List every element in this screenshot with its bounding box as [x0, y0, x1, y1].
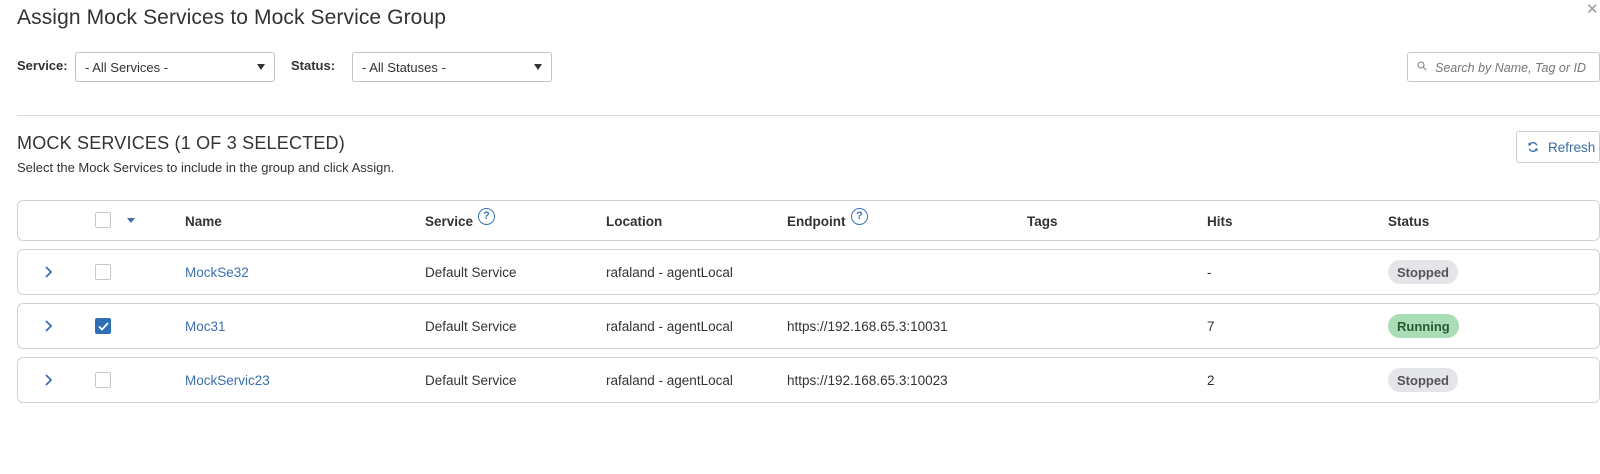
- column-header-service[interactable]: Service: [425, 214, 473, 229]
- refresh-label: Refresh: [1548, 140, 1596, 155]
- table-row[interactable]: MockServic23 Default Service rafaland - …: [17, 357, 1600, 403]
- refresh-button[interactable]: Refresh: [1516, 131, 1600, 163]
- table-header: Name Service ? Location Endpoint ? Tags …: [17, 200, 1600, 241]
- status-badge: Stopped: [1388, 260, 1458, 284]
- refresh-icon: [1528, 142, 1538, 152]
- section-subtitle: Select the Mock Services to include in t…: [17, 160, 395, 175]
- status-badge: Running: [1388, 314, 1459, 338]
- column-header-status[interactable]: Status: [1388, 214, 1429, 229]
- chevron-right-icon[interactable]: [42, 318, 56, 334]
- hits-cell: -: [1207, 265, 1212, 280]
- service-filter-select[interactable]: - All Services -: [75, 52, 275, 82]
- status-filter-label: Status:: [291, 58, 336, 73]
- column-header-tags[interactable]: Tags: [1027, 214, 1058, 229]
- location-cell: rafaland - agentLocal: [606, 373, 733, 388]
- search-icon: [1417, 61, 1427, 71]
- service-filter-label: Service:: [17, 58, 68, 73]
- column-header-endpoint[interactable]: Endpoint: [787, 214, 845, 229]
- service-help-icon[interactable]: ?: [478, 208, 495, 225]
- caret-down-icon: [534, 64, 542, 70]
- section-title: MOCK SERVICES (1 OF 3 SELECTED): [17, 133, 345, 153]
- row-checkbox[interactable]: [95, 318, 111, 334]
- chevron-right-icon[interactable]: [42, 372, 56, 388]
- location-cell: rafaland - agentLocal: [606, 265, 733, 280]
- hits-cell: 2: [1207, 373, 1215, 388]
- mock-service-name-link[interactable]: Moc31: [185, 319, 226, 334]
- select-menu-caret-icon[interactable]: [127, 218, 135, 223]
- search-input[interactable]: [1435, 58, 1597, 77]
- dialog-title: Assign Mock Services to Mock Service Gro…: [17, 6, 447, 29]
- service-cell: Default Service: [425, 373, 517, 388]
- table-row[interactable]: Moc31 Default Service rafaland - agentLo…: [17, 303, 1600, 349]
- caret-down-icon: [257, 64, 265, 70]
- service-cell: Default Service: [425, 319, 517, 334]
- column-header-hits[interactable]: Hits: [1207, 214, 1233, 229]
- status-filter-select[interactable]: - All Statuses -: [352, 52, 552, 82]
- location-cell: rafaland - agentLocal: [606, 319, 733, 334]
- service-filter-value: - All Services -: [85, 60, 169, 75]
- status-filter-value: - All Statuses -: [362, 60, 446, 75]
- endpoint-cell: https://192.168.65.3:10023: [787, 373, 948, 388]
- close-icon[interactable]: ✕: [1586, 2, 1600, 18]
- endpoint-cell: https://192.168.65.3:10031: [787, 319, 948, 334]
- column-header-name[interactable]: Name: [185, 214, 222, 229]
- status-badge: Stopped: [1388, 368, 1458, 392]
- chevron-right-icon[interactable]: [42, 264, 56, 280]
- service-cell: Default Service: [425, 265, 517, 280]
- endpoint-help-icon[interactable]: ?: [851, 208, 868, 225]
- row-checkbox[interactable]: [95, 372, 111, 388]
- checkmark-icon: [98, 322, 109, 331]
- section-divider: [17, 115, 1600, 116]
- column-header-location[interactable]: Location: [606, 214, 662, 229]
- mock-service-name-link[interactable]: MockServic23: [185, 373, 270, 388]
- select-all-checkbox[interactable]: [95, 212, 111, 228]
- table-row[interactable]: MockSe32 Default Service rafaland - agen…: [17, 249, 1600, 295]
- mock-service-name-link[interactable]: MockSe32: [185, 265, 249, 280]
- search-box[interactable]: [1407, 52, 1600, 82]
- hits-cell: 7: [1207, 319, 1215, 334]
- row-checkbox[interactable]: [95, 264, 111, 280]
